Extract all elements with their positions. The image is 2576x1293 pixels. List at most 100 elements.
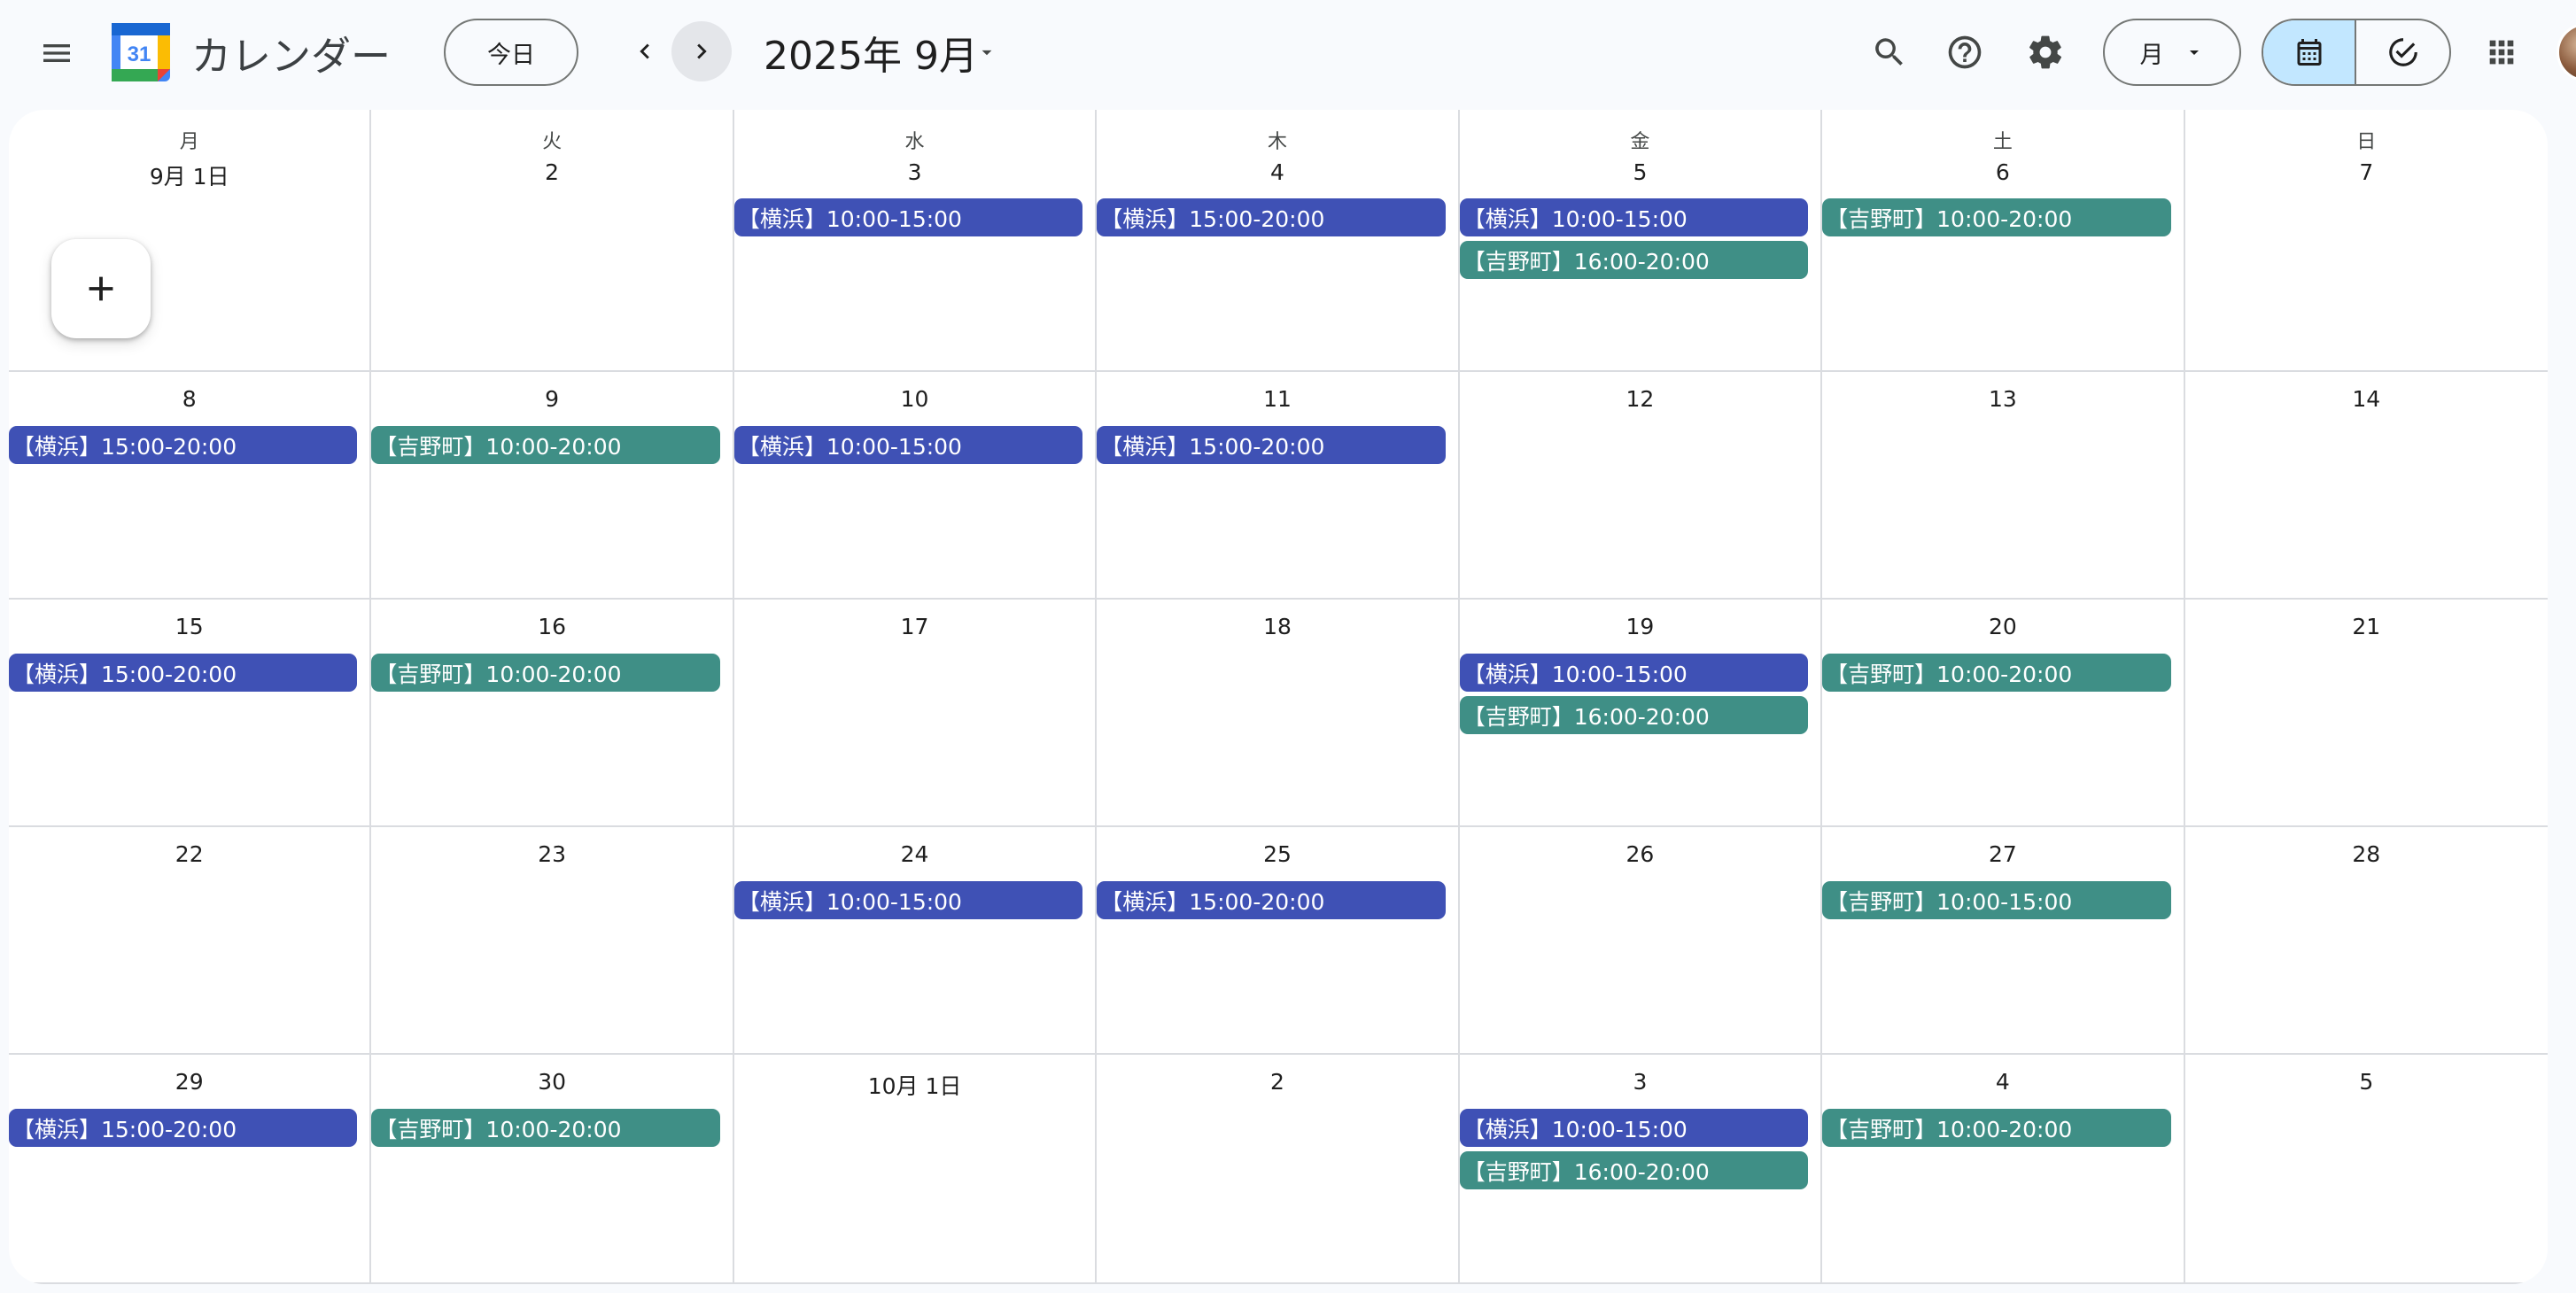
event-chip[interactable]: 【吉野町】10:00-15:00 — [1822, 881, 2171, 919]
day-cell[interactable]: 16 【吉野町】10:00-20:00 — [371, 600, 734, 827]
create-event-button[interactable] — [51, 239, 151, 338]
day-cell[interactable]: 土 6 【吉野町】10:00-20:00 — [1822, 110, 2185, 372]
day-number[interactable]: 9 — [371, 386, 732, 412]
day-number[interactable]: 22 — [9, 841, 369, 867]
day-number[interactable]: 4 — [1097, 159, 1457, 185]
next-month-button[interactable] — [671, 21, 732, 81]
day-number[interactable]: 3 — [1460, 1069, 1820, 1095]
day-cell[interactable]: 24 【横浜】10:00-15:00 — [733, 827, 1098, 1055]
today-button[interactable]: 今日 — [444, 19, 578, 86]
day-number[interactable]: 21 — [2185, 614, 2548, 639]
day-cell[interactable]: 25 【横浜】15:00-20:00 — [1097, 827, 1460, 1055]
calendar-logo[interactable]: 31 — [112, 23, 170, 81]
day-number[interactable]: 10月 1日 — [734, 1069, 1095, 1101]
day-number[interactable]: 28 — [2185, 841, 2548, 867]
event-chip[interactable]: 【横浜】10:00-15:00 — [733, 198, 1083, 236]
day-cell[interactable]: 8 【横浜】15:00-20:00 — [9, 372, 372, 600]
day-number[interactable]: 15 — [9, 614, 369, 639]
settings-button[interactable] — [2016, 23, 2075, 81]
calendar-view-toggle[interactable] — [2263, 20, 2356, 84]
day-cell[interactable]: 26 — [1459, 827, 1823, 1055]
day-number[interactable]: 18 — [1097, 614, 1457, 639]
day-cell[interactable]: 10 【横浜】10:00-15:00 — [733, 372, 1098, 600]
day-number[interactable]: 27 — [1822, 841, 2183, 867]
day-number[interactable]: 3 — [734, 159, 1095, 185]
event-chip[interactable]: 【吉野町】10:00-20:00 — [371, 1109, 720, 1147]
day-number[interactable]: 23 — [371, 841, 732, 867]
day-number[interactable]: 17 — [734, 614, 1095, 639]
event-chip[interactable]: 【横浜】10:00-15:00 — [1459, 1109, 1809, 1147]
previous-month-button[interactable] — [615, 21, 675, 81]
event-chip[interactable]: 【横浜】10:00-15:00 — [733, 881, 1083, 919]
event-chip[interactable]: 【横浜】10:00-15:00 — [1459, 198, 1809, 236]
day-cell[interactable]: 14 — [2184, 372, 2548, 600]
event-chip[interactable]: 【横浜】15:00-20:00 — [1097, 881, 1446, 919]
day-number[interactable]: 5 — [1460, 159, 1820, 185]
account-avatar[interactable] — [2557, 23, 2576, 81]
event-chip[interactable]: 【吉野町】16:00-20:00 — [1459, 1151, 1809, 1189]
day-cell[interactable]: 火2 — [371, 110, 734, 372]
day-cell[interactable]: 19 【横浜】10:00-15:00 【吉野町】16:00-20:00 — [1459, 600, 1823, 827]
day-cell[interactable]: 9 【吉野町】10:00-20:00 — [371, 372, 734, 600]
day-number[interactable]: 7 — [2185, 159, 2548, 185]
day-cell[interactable]: 4 【吉野町】10:00-20:00 — [1822, 1055, 2185, 1284]
event-chip[interactable]: 【横浜】15:00-20:00 — [9, 426, 358, 464]
day-cell[interactable]: 3 【横浜】10:00-15:00 【吉野町】16:00-20:00 — [1459, 1055, 1823, 1284]
event-chip[interactable]: 【吉野町】10:00-20:00 — [1822, 1109, 2171, 1147]
event-chip[interactable]: 【吉野町】16:00-20:00 — [1459, 241, 1809, 279]
day-number[interactable]: 20 — [1822, 614, 2183, 639]
day-number[interactable]: 24 — [734, 841, 1095, 867]
day-number[interactable]: 19 — [1460, 614, 1820, 639]
event-chip[interactable]: 【吉野町】10:00-20:00 — [1822, 198, 2171, 236]
day-number[interactable]: 2 — [371, 159, 732, 185]
day-cell[interactable]: 28 — [2184, 827, 2548, 1055]
event-chip[interactable]: 【吉野町】16:00-20:00 — [1459, 696, 1809, 734]
day-cell[interactable]: 20 【吉野町】10:00-20:00 — [1822, 600, 2185, 827]
day-number[interactable]: 12 — [1460, 386, 1820, 412]
day-cell[interactable]: 5 — [2184, 1055, 2548, 1284]
event-chip[interactable]: 【横浜】15:00-20:00 — [9, 654, 358, 692]
day-cell[interactable]: 21 — [2184, 600, 2548, 827]
day-number[interactable]: 29 — [9, 1069, 369, 1095]
day-number[interactable]: 2 — [1097, 1069, 1457, 1095]
view-select-dropdown[interactable]: 月 — [2103, 19, 2241, 86]
day-number[interactable]: 13 — [1822, 386, 2183, 412]
day-number[interactable]: 4 — [1822, 1069, 2183, 1095]
day-cell[interactable]: 2 — [1097, 1055, 1460, 1284]
day-cell[interactable]: 木 4 【横浜】15:00-20:00 — [1097, 110, 1460, 372]
day-number[interactable]: 26 — [1460, 841, 1820, 867]
google-apps-button[interactable] — [2472, 23, 2531, 81]
day-number[interactable]: 25 — [1097, 841, 1457, 867]
day-cell[interactable]: 13 — [1822, 372, 2185, 600]
current-month-label[interactable]: 2025年 9月 — [764, 19, 978, 85]
tasks-view-toggle[interactable] — [2356, 20, 2449, 84]
day-cell[interactable]: 29 【横浜】15:00-20:00 — [9, 1055, 372, 1284]
day-number[interactable]: 10 — [734, 386, 1095, 412]
event-chip[interactable]: 【横浜】15:00-20:00 — [1097, 426, 1446, 464]
event-chip[interactable]: 【横浜】10:00-15:00 — [1459, 654, 1809, 692]
event-chip[interactable]: 【横浜】15:00-20:00 — [1097, 198, 1446, 236]
search-button[interactable] — [1860, 23, 1919, 81]
day-cell[interactable]: 10月 1日 — [733, 1055, 1098, 1284]
day-cell[interactable]: 11 【横浜】15:00-20:00 — [1097, 372, 1460, 600]
main-menu-button[interactable] — [27, 23, 87, 83]
day-cell[interactable]: 30 【吉野町】10:00-20:00 — [371, 1055, 734, 1284]
day-cell[interactable]: 15 【横浜】15:00-20:00 — [9, 600, 372, 827]
day-number[interactable]: 11 — [1097, 386, 1457, 412]
day-cell[interactable]: 27 【吉野町】10:00-15:00 — [1822, 827, 2185, 1055]
help-button[interactable] — [1936, 23, 1994, 81]
day-cell[interactable]: 23 — [371, 827, 734, 1055]
day-cell[interactable]: 22 — [9, 827, 372, 1055]
day-cell[interactable]: 12 — [1459, 372, 1823, 600]
event-chip[interactable]: 【吉野町】10:00-20:00 — [371, 654, 720, 692]
day-cell[interactable]: 17 — [733, 600, 1098, 827]
day-number[interactable]: 8 — [9, 386, 369, 412]
day-number[interactable]: 14 — [2185, 386, 2548, 412]
day-cell[interactable]: 日7 — [2184, 110, 2548, 372]
day-cell[interactable]: 18 — [1097, 600, 1460, 827]
day-cell[interactable]: 水 3 【横浜】10:00-15:00 — [733, 110, 1098, 372]
event-chip[interactable]: 【横浜】15:00-20:00 — [9, 1109, 358, 1147]
event-chip[interactable]: 【吉野町】10:00-20:00 — [1822, 654, 2171, 692]
day-number[interactable]: 5 — [2185, 1069, 2548, 1095]
event-chip[interactable]: 【横浜】10:00-15:00 — [733, 426, 1083, 464]
